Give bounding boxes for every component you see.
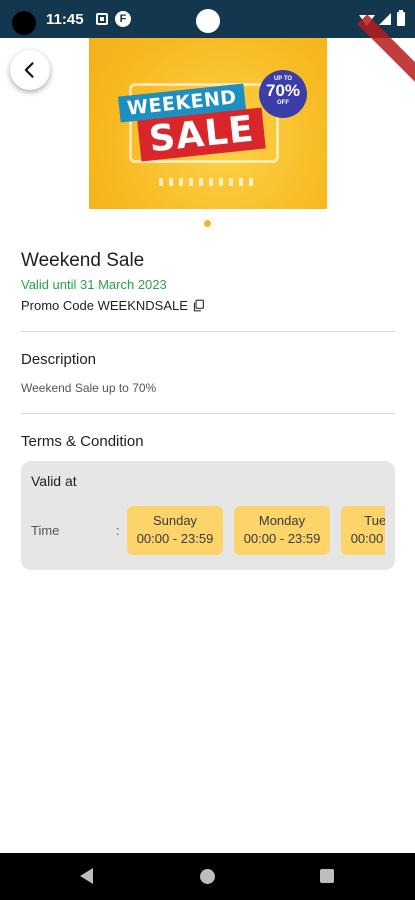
nav-back-icon[interactable] xyxy=(80,868,93,884)
carousel-indicator[interactable] xyxy=(204,220,211,227)
schedule-chip-tuesday: Tuesday 00:00 - 23:59 xyxy=(341,506,385,555)
promo-banner-image: WEEKEND SALE UP TO 70% OFF xyxy=(89,38,327,209)
terms-card: Valid at Time : Sunday 00:00 - 23:59 Mon… xyxy=(21,461,395,570)
discount-badge: UP TO 70% OFF xyxy=(259,70,307,118)
front-camera-icon xyxy=(196,9,220,33)
schedule-day: Sunday xyxy=(152,513,198,528)
schedule-day: Tuesday xyxy=(364,513,385,528)
status-bar: 11:45 F xyxy=(0,0,415,38)
schedule-chip-monday: Monday 00:00 - 23:59 xyxy=(234,506,330,555)
valid-at-label: Valid at xyxy=(31,473,77,489)
schedule-hours: 00:00 - 23:59 xyxy=(350,531,385,546)
system-nav-bar xyxy=(0,853,415,900)
promo-title: Weekend Sale xyxy=(21,250,145,271)
badge-off: OFF xyxy=(277,100,289,106)
promo-code-row: Promo Code WEEKNDSALE xyxy=(21,298,205,313)
schedule-hours: 00:00 - 23:59 xyxy=(243,531,321,546)
promo-valid-until: Valid until 31 March 2023 xyxy=(21,277,167,292)
back-button[interactable] xyxy=(10,50,50,90)
schedule-hours: 00:00 - 23:59 xyxy=(136,531,214,546)
schedule-list[interactable]: Sunday 00:00 - 23:59 Monday 00:00 - 23:5… xyxy=(127,506,385,555)
status-time: 11:45 xyxy=(46,11,84,28)
description-text: Weekend Sale up to 70% xyxy=(21,381,157,395)
nav-home-icon[interactable] xyxy=(200,869,215,884)
camera-cutout xyxy=(12,11,36,35)
description-heading: Description xyxy=(21,351,97,368)
divider xyxy=(21,413,395,414)
schedule-chip-sunday: Sunday 00:00 - 23:59 xyxy=(127,506,223,555)
time-label: Time xyxy=(31,523,60,538)
notification-icon xyxy=(96,13,108,25)
divider xyxy=(21,331,395,332)
time-separator: : xyxy=(116,523,120,538)
battery-icon xyxy=(397,10,405,26)
terms-heading: Terms & Condition xyxy=(21,433,144,450)
badge-percent: 70% xyxy=(265,81,301,100)
copy-icon[interactable] xyxy=(192,299,205,312)
app-notification-icon: F xyxy=(115,11,131,27)
schedule-day: Monday xyxy=(258,513,306,528)
chevron-left-icon xyxy=(24,62,34,78)
promo-code-text: Promo Code WEEKNDSALE xyxy=(21,298,188,313)
nav-recents-icon[interactable] xyxy=(320,869,334,883)
signal-icon xyxy=(379,13,391,25)
